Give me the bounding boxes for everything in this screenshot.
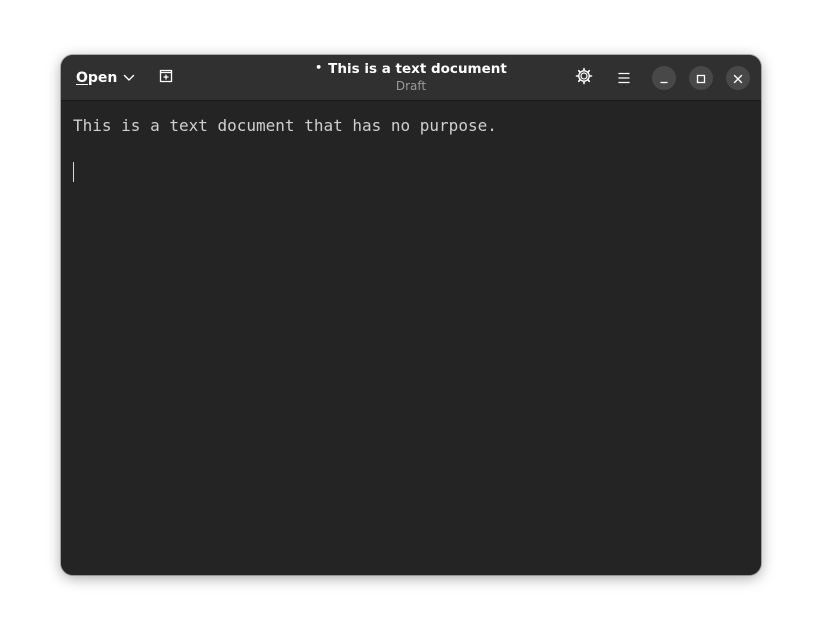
modified-indicator: • bbox=[315, 61, 323, 74]
chevron-down-icon bbox=[123, 74, 135, 82]
document-title: This is a text document bbox=[328, 61, 507, 77]
header-bar: Open • This is a text document Draft bbox=[61, 55, 761, 101]
text-cursor bbox=[73, 162, 74, 182]
minimize-button[interactable] bbox=[652, 66, 676, 90]
settings-button[interactable] bbox=[570, 64, 598, 92]
main-menu-button[interactable] bbox=[610, 64, 638, 92]
editor-line-1[interactable]: This is a text document that has no purp… bbox=[73, 115, 497, 137]
window-title: • This is a text document Draft bbox=[261, 62, 561, 92]
new-tab-button[interactable] bbox=[152, 64, 180, 92]
new-tab-icon bbox=[158, 68, 174, 88]
open-button-label-mnemonic: O bbox=[76, 70, 88, 86]
close-icon bbox=[733, 69, 743, 88]
minimize-icon bbox=[659, 69, 669, 88]
open-button[interactable]: Open bbox=[69, 64, 142, 92]
text-editor-window: Open • This is a text document Draft Thi… bbox=[61, 55, 761, 575]
text-editor-area[interactable]: This is a text document that has no purp… bbox=[61, 102, 761, 575]
gear-icon bbox=[575, 67, 593, 89]
open-button-label: pen bbox=[87, 70, 118, 86]
close-button[interactable] bbox=[726, 66, 750, 90]
hamburger-menu-icon bbox=[617, 69, 631, 88]
maximize-button[interactable] bbox=[689, 66, 713, 90]
maximize-icon bbox=[696, 69, 706, 88]
document-subtitle: Draft bbox=[395, 78, 427, 93]
